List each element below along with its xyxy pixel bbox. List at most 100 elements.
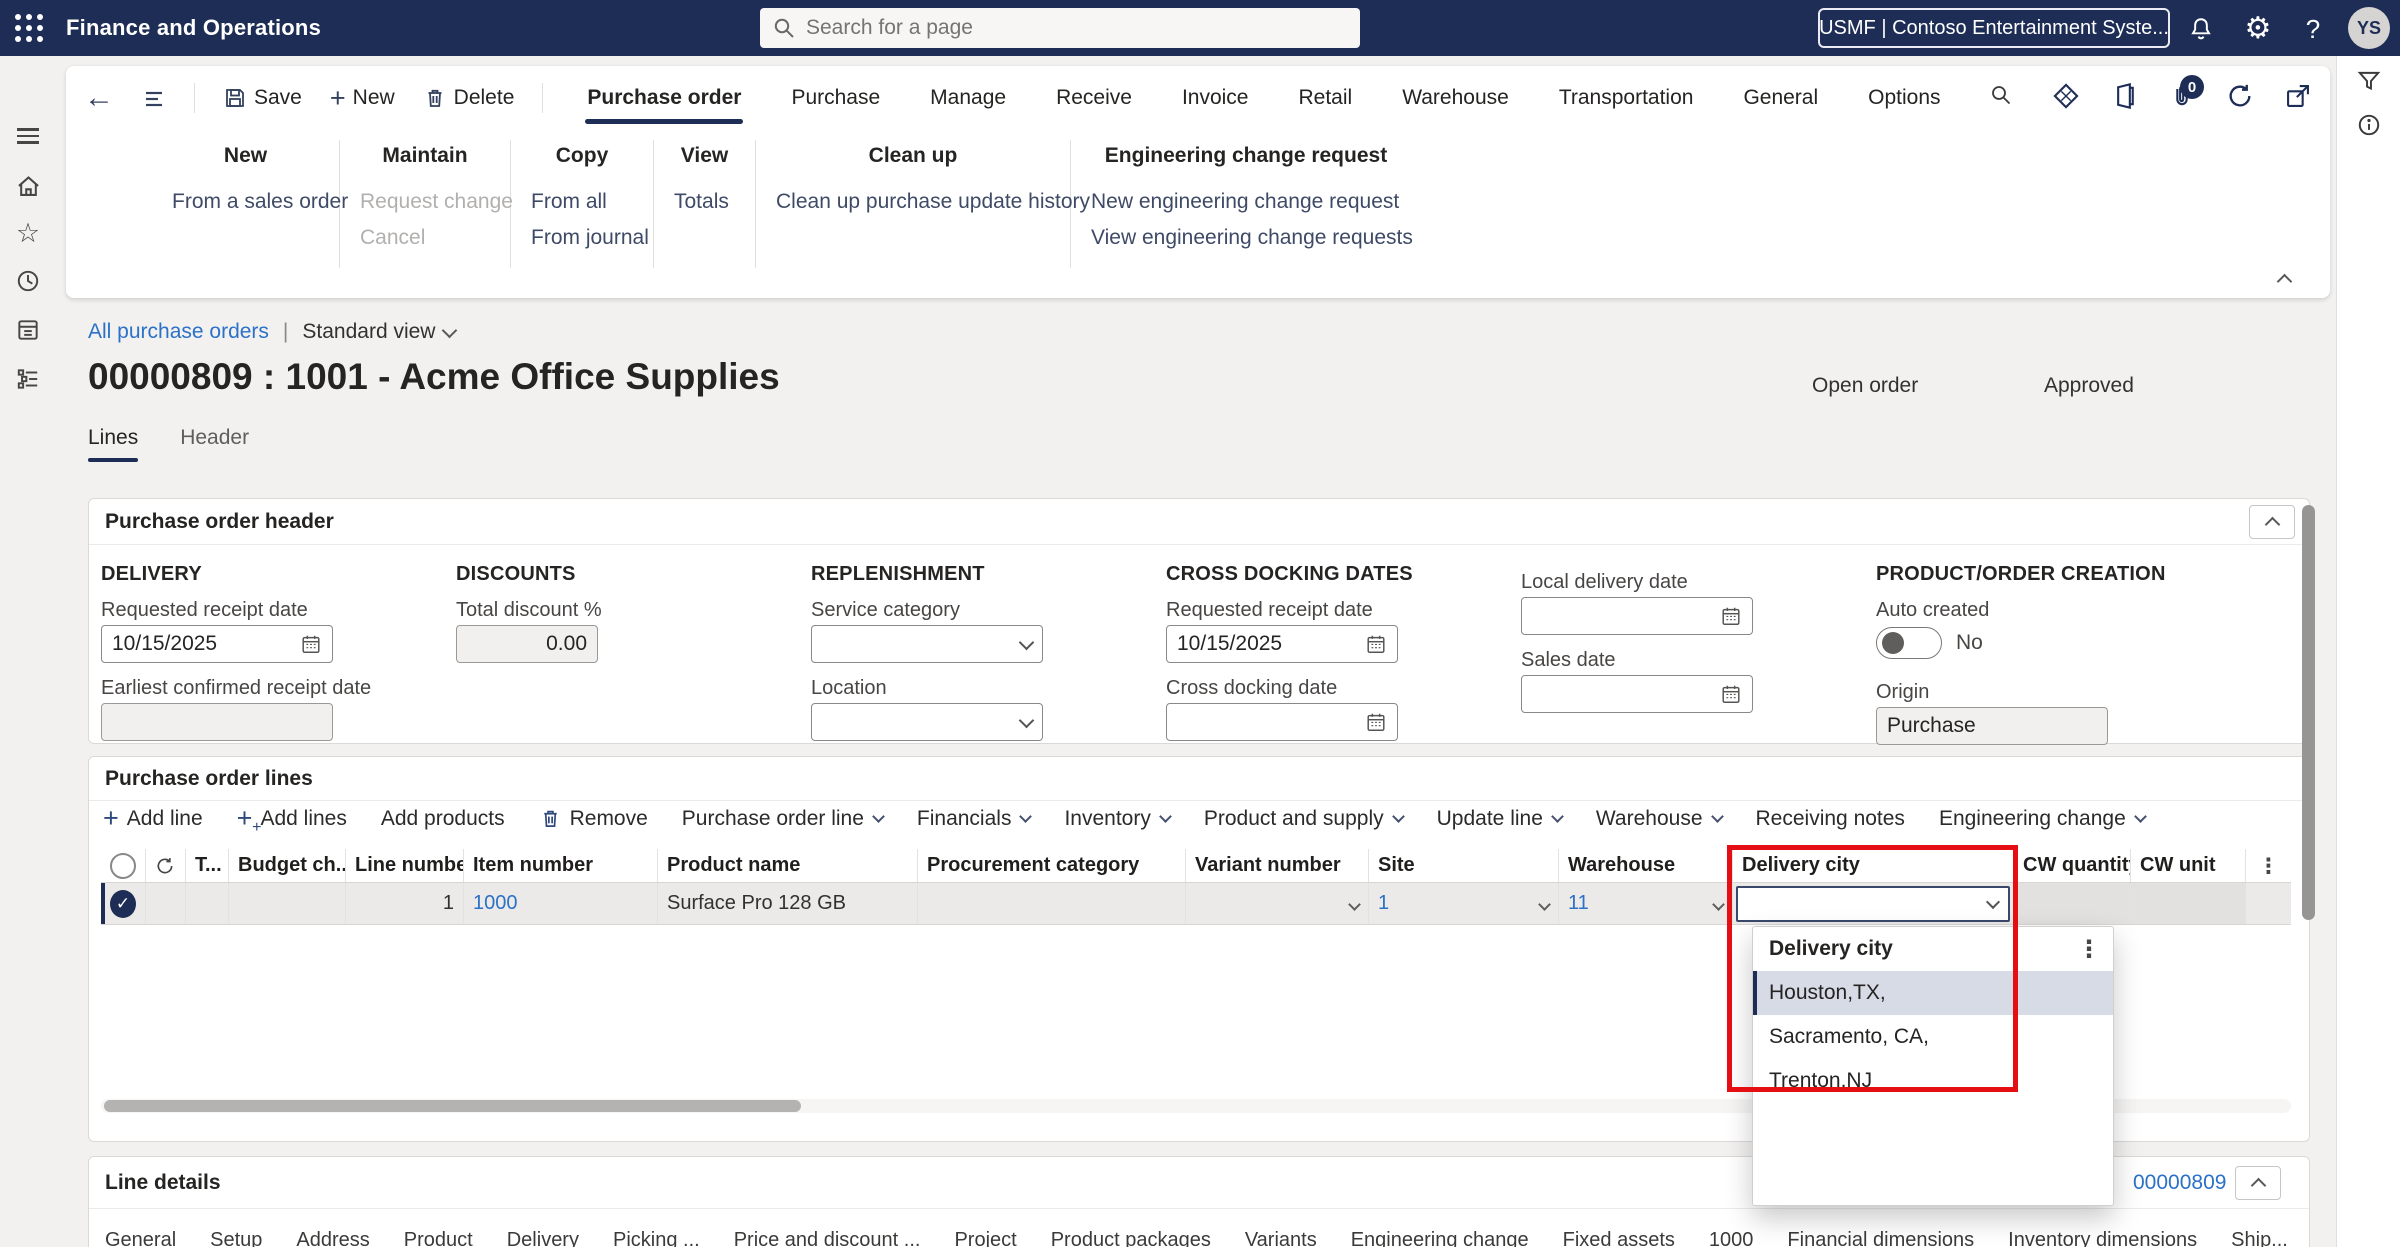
btn-view-engineering-change-requests[interactable]: View engineering change requests xyxy=(1091,220,1421,256)
cell-site[interactable]: 1 xyxy=(1369,883,1559,924)
cell-line-number[interactable]: 1 xyxy=(346,883,464,924)
cell-delivery-city[interactable] xyxy=(1733,883,2014,924)
detail-tab-delivery[interactable]: Delivery xyxy=(507,1229,579,1247)
nav-favorites-button[interactable]: ☆ xyxy=(0,213,56,253)
tab-options[interactable]: Options xyxy=(1866,69,1942,127)
grid-more-options-button[interactable]: ⋮ xyxy=(2246,849,2291,882)
col-delivery-city[interactable]: Delivery city xyxy=(1733,849,2014,882)
detail-tab-variants[interactable]: Variants xyxy=(1245,1229,1317,1247)
new-button[interactable]: + New xyxy=(330,84,395,112)
refresh-button[interactable] xyxy=(2226,82,2254,110)
cell-variant-number[interactable] xyxy=(1186,883,1369,924)
delivery-city-combobox[interactable] xyxy=(1736,885,2010,922)
col-procurement-category[interactable]: Procurement category xyxy=(918,849,1186,882)
nav-worklist-button[interactable] xyxy=(0,310,56,350)
attachments-button[interactable]: 0 xyxy=(2168,75,2204,110)
requested-receipt-date-field[interactable]: 10/15/2025 xyxy=(101,625,333,663)
engineering-change-menu[interactable]: Engineering change xyxy=(1939,807,2147,831)
row-checkbox[interactable]: ✓ xyxy=(101,883,146,924)
option-trenton[interactable]: Trenton,NJ xyxy=(1753,1059,2113,1103)
warehouse-menu[interactable]: Warehouse xyxy=(1596,807,1724,831)
detail-tab-product-packages[interactable]: Product packages xyxy=(1051,1229,1211,1247)
detail-tab-financial-dimensions[interactable]: Financial dimensions xyxy=(1787,1229,1974,1247)
btn-from-journal[interactable]: From journal xyxy=(531,220,653,256)
calendar-icon[interactable] xyxy=(1365,711,1387,733)
detail-tab-ship[interactable]: Ship... xyxy=(2231,1229,2288,1247)
detail-tab-price-discount[interactable]: Price and discount ... xyxy=(734,1229,921,1247)
auto-created-toggle[interactable]: No xyxy=(1876,627,1983,659)
show-list-button[interactable] xyxy=(142,86,166,110)
btn-from-a-sales-order[interactable]: From a sales order xyxy=(172,184,348,220)
office-apps-button[interactable] xyxy=(2110,82,2138,110)
detail-tab-project[interactable]: Project xyxy=(954,1229,1016,1247)
collapse-section-button[interactable] xyxy=(2235,1166,2281,1200)
nav-recent-button[interactable] xyxy=(0,261,56,301)
detail-tab-address[interactable]: Address xyxy=(296,1229,369,1247)
tab-invoice[interactable]: Invoice xyxy=(1180,69,1251,127)
filter-pane-button[interactable] xyxy=(2352,64,2386,98)
tab-receive[interactable]: Receive xyxy=(1054,69,1134,127)
grid-row-1[interactable]: ✓ 1 1000 Surface Pro 128 GB 1 11 xyxy=(101,883,2291,925)
col-cw-quantity[interactable]: CW quantity xyxy=(2014,849,2131,882)
add-lines-button[interactable]: + + Add lines xyxy=(237,805,347,836)
col-cw-unit[interactable]: CW unit xyxy=(2131,849,2246,882)
product-and-supply-menu[interactable]: Product and supply xyxy=(1204,807,1405,831)
col-site[interactable]: Site xyxy=(1369,849,1559,882)
refresh-column-button[interactable] xyxy=(146,849,186,882)
tab-purchase-order[interactable]: Purchase order xyxy=(585,69,744,127)
add-line-button[interactable]: + Add line xyxy=(103,805,203,832)
purchase-order-line-menu[interactable]: Purchase order line xyxy=(682,807,885,831)
sales-date-field[interactable] xyxy=(1521,675,1753,713)
detail-tab-fixed-assets[interactable]: Fixed assets xyxy=(1563,1229,1675,1247)
tab-warehouse[interactable]: Warehouse xyxy=(1400,69,1511,127)
calendar-icon[interactable] xyxy=(300,633,322,655)
action-search-button[interactable] xyxy=(1989,83,2013,113)
btn-from-all[interactable]: From all xyxy=(531,184,653,220)
delete-button[interactable]: Delete xyxy=(423,86,514,110)
detail-tab-1000[interactable]: 1000 xyxy=(1709,1229,1754,1247)
cross-requested-receipt-date-field[interactable]: 10/15/2025 xyxy=(1166,625,1398,663)
financials-menu[interactable]: Financials xyxy=(917,807,1033,831)
horizontal-scrollbar-thumb[interactable] xyxy=(104,1100,801,1112)
option-sacramento[interactable]: Sacramento, CA, xyxy=(1753,1015,2113,1059)
detail-tab-picking[interactable]: Picking ... xyxy=(613,1229,700,1247)
cell-product-name[interactable]: Surface Pro 128 GB xyxy=(658,883,918,924)
col-line-number[interactable]: Line number xyxy=(346,849,464,882)
tab-header[interactable]: Header xyxy=(180,426,249,462)
nav-home-button[interactable] xyxy=(0,166,56,206)
tab-purchase[interactable]: Purchase xyxy=(789,69,882,127)
tab-lines[interactable]: Lines xyxy=(88,426,139,462)
collapse-section-button[interactable] xyxy=(2249,505,2295,539)
avatar[interactable]: YS xyxy=(2348,7,2390,49)
col-item-number[interactable]: Item number xyxy=(464,849,658,882)
expand-nav-button[interactable] xyxy=(0,116,56,156)
tab-manage[interactable]: Manage xyxy=(928,69,1008,127)
local-delivery-date-field[interactable] xyxy=(1521,597,1753,635)
help-button[interactable]: ? xyxy=(2296,12,2330,46)
calendar-icon[interactable] xyxy=(1720,605,1742,627)
add-products-button[interactable]: Add products xyxy=(381,807,505,831)
all-purchase-orders-link[interactable]: All purchase orders xyxy=(88,320,269,344)
update-line-menu[interactable]: Update line xyxy=(1437,807,1564,831)
btn-new-engineering-change-request[interactable]: New engineering change request xyxy=(1091,184,1421,220)
notifications-button[interactable] xyxy=(2184,12,2218,46)
cell-item-number[interactable]: 1000 xyxy=(464,883,658,924)
tab-transportation[interactable]: Transportation xyxy=(1557,69,1696,127)
service-category-select[interactable] xyxy=(811,625,1043,663)
global-search[interactable] xyxy=(760,8,1360,48)
calendar-icon[interactable] xyxy=(1365,633,1387,655)
cross-docking-date-field[interactable] xyxy=(1166,703,1398,741)
detail-tab-product[interactable]: Product xyxy=(404,1229,473,1247)
power-apps-button[interactable] xyxy=(2052,82,2080,110)
select-all-checkbox[interactable] xyxy=(101,849,146,882)
btn-totals[interactable]: Totals xyxy=(674,184,755,220)
col-warehouse[interactable]: Warehouse xyxy=(1559,849,1733,882)
save-button[interactable]: Save xyxy=(223,86,302,110)
open-new-window-button[interactable] xyxy=(2284,82,2312,110)
order-number-link[interactable]: 00000809 xyxy=(2133,1171,2226,1195)
detail-tab-setup[interactable]: Setup xyxy=(210,1229,262,1247)
detail-tab-engineering-change[interactable]: Engineering change xyxy=(1351,1229,1529,1247)
nav-modules-button[interactable] xyxy=(0,359,56,399)
settings-button[interactable]: ⚙ xyxy=(2241,12,2275,46)
calendar-icon[interactable] xyxy=(1720,683,1742,705)
